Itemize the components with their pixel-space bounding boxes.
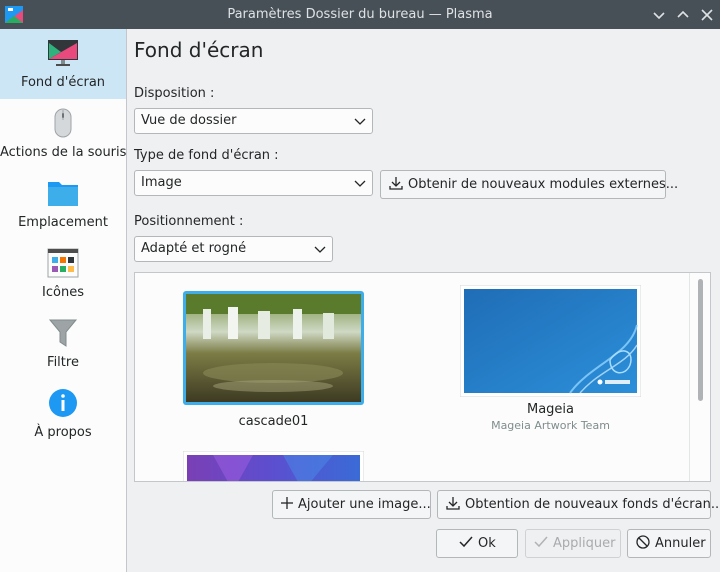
window-title: Paramètres Dossier du bureau — Plasma xyxy=(227,7,493,22)
wallpaper-type-combobox[interactable]: Image xyxy=(134,170,373,196)
page-title: Fond d'écran xyxy=(134,38,264,62)
maximize-button[interactable] xyxy=(673,5,693,25)
close-button[interactable] xyxy=(697,5,717,25)
checkmark-icon xyxy=(534,536,548,548)
sidebar-item-wallpaper[interactable]: Fond d'écran xyxy=(0,29,126,99)
wallpaper-thumbnail-partial[interactable] xyxy=(183,451,364,482)
cancel-button[interactable]: Annuler xyxy=(627,529,711,558)
wallpaper-name: Mageia xyxy=(526,402,574,417)
wallpaper-name: cascade01 xyxy=(238,414,309,429)
positioning-combobox[interactable]: Adapté et rogné xyxy=(134,236,333,262)
monitor-icon xyxy=(48,40,78,66)
gallery-scrollbar[interactable] xyxy=(689,273,710,481)
ok-button[interactable]: Ok xyxy=(436,529,518,558)
scrollbar-handle[interactable] xyxy=(698,279,703,401)
sidebar-item-label: Fond d'écran xyxy=(20,75,106,90)
wallpaper-thumbnail-cascade01[interactable] xyxy=(183,291,364,405)
wallpaper-thumbnail-mageia[interactable] xyxy=(460,285,641,397)
get-plugins-button[interactable]: Obtenir de nouveaux modules externes... xyxy=(380,170,678,199)
apply-label: Appliquer xyxy=(553,536,616,551)
layout-value: Vue de dossier xyxy=(141,113,237,128)
positioning-label: Positionnement : xyxy=(134,214,244,229)
sidebar: Fond d'écran Actions de la souris Emplac… xyxy=(0,29,127,572)
cancel-label: Annuler xyxy=(655,536,706,551)
sidebar-item-label: Actions de la souris xyxy=(0,145,127,160)
wallpaper-type-label: Type de fond d'écran : xyxy=(134,148,279,163)
folder-icon xyxy=(48,182,78,206)
sidebar-item-label: Filtre xyxy=(47,355,79,370)
get-wallpapers-button[interactable]: Obtention de nouveaux fonds d'écran... xyxy=(437,490,720,519)
sidebar-item-mouse-actions[interactable]: Actions de la souris xyxy=(0,99,126,169)
info-icon xyxy=(49,389,77,417)
download-icon xyxy=(389,177,403,190)
sidebar-item-label: Icônes xyxy=(42,285,84,300)
checkmark-icon xyxy=(459,536,473,548)
chevron-down-icon xyxy=(354,118,366,125)
wallpaper-author: Mageia Artwork Team xyxy=(491,419,610,432)
sidebar-item-about[interactable]: À propos xyxy=(0,379,126,449)
mouse-icon xyxy=(54,108,72,138)
icons-grid-icon xyxy=(47,248,79,278)
sidebar-item-label: Emplacement xyxy=(18,215,108,230)
positioning-value: Adapté et rogné xyxy=(141,241,247,256)
download-icon xyxy=(446,497,460,510)
chevron-down-icon xyxy=(314,246,326,253)
get-plugins-label: Obtenir de nouveaux modules externes... xyxy=(408,177,679,192)
sidebar-item-location[interactable]: Emplacement xyxy=(0,169,126,239)
sidebar-item-icons[interactable]: Icônes xyxy=(0,239,126,309)
layout-combobox[interactable]: Vue de dossier xyxy=(134,108,373,134)
chevron-down-icon xyxy=(354,180,366,187)
wallpaper-type-value: Image xyxy=(141,175,182,190)
cancel-icon xyxy=(636,535,650,549)
minimize-button[interactable] xyxy=(649,5,669,25)
layout-label: Disposition : xyxy=(134,86,215,101)
sidebar-item-label: À propos xyxy=(34,425,92,440)
window-titlebar[interactable]: Paramètres Dossier du bureau — Plasma xyxy=(0,0,720,29)
ok-label: Ok xyxy=(478,536,496,551)
add-image-label: Ajouter une image... xyxy=(298,497,431,512)
add-image-button[interactable]: Ajouter une image... xyxy=(272,490,431,519)
get-wallpapers-label: Obtention de nouveaux fonds d'écran... xyxy=(465,497,720,512)
plus-icon xyxy=(281,497,293,509)
apply-button[interactable]: Appliquer xyxy=(525,529,621,558)
wallpaper-gallery[interactable]: cascade01 Mageia Mageia Artwork Team xyxy=(134,272,711,482)
sidebar-item-filter[interactable]: Filtre xyxy=(0,309,126,379)
filter-icon xyxy=(48,319,78,347)
